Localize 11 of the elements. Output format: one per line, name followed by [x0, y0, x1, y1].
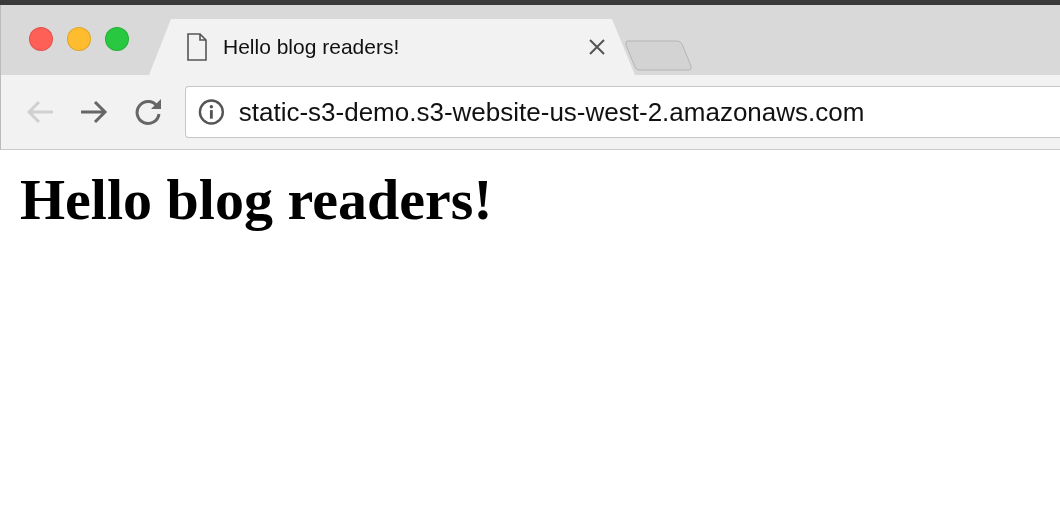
new-tab-button[interactable] [625, 39, 693, 71]
page-heading: Hello blog readers! [20, 168, 494, 232]
minimize-button[interactable] [67, 27, 91, 51]
browser-tab[interactable]: Hello blog readers! [149, 19, 635, 75]
close-button[interactable] [29, 27, 53, 51]
document-icon [187, 33, 207, 61]
close-icon[interactable] [589, 39, 605, 55]
address-bar[interactable]: static-s3-demo.s3-website-us-west-2.amazonaws.com [185, 86, 1060, 138]
tab-title: Hello blog readers! [223, 34, 400, 61]
info-icon[interactable] [198, 98, 225, 126]
maximize-button[interactable] [105, 27, 129, 51]
